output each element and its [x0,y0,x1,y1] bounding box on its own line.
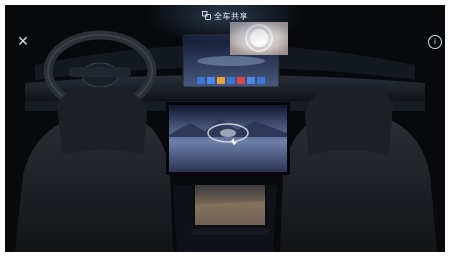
center-shared-screen [166,102,290,175]
close-icon[interactable]: ✕ [16,35,30,49]
info-icon[interactable]: i [428,35,442,49]
title-text: 全车共享 [214,12,248,21]
page-title: 全车共享 [5,11,445,22]
share-screens-icon [202,11,211,20]
car-interior-view: 全车共享 ✕ i [5,5,445,252]
